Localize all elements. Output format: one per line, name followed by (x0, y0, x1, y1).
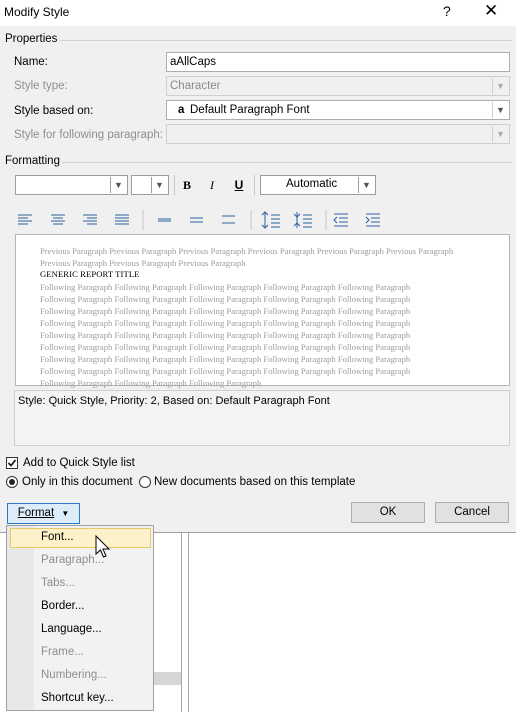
formatting-group-label: Formatting (5, 155, 60, 167)
font-name-combo[interactable]: ▼ (15, 175, 128, 195)
following-paragraph-line: Following Paragraph Following Paragraph … (40, 306, 411, 316)
add-quick-style-checkbox[interactable] (6, 457, 18, 469)
based-on-select[interactable]: a Default Paragraph Font ▼ (166, 100, 510, 120)
menu-item-tabs[interactable]: Tabs... (41, 577, 75, 589)
properties-divider (60, 40, 512, 41)
style-type-select[interactable]: Character ▼ (166, 76, 510, 96)
only-this-document-label[interactable]: Only in this document (22, 476, 133, 488)
style-description: Style: Quick Style, Priority: 2, Based o… (14, 390, 510, 446)
radio-selected-dot (9, 479, 15, 485)
single-spacing-button[interactable] (154, 210, 178, 230)
font-color-combo[interactable]: Automatic ▼ (260, 175, 376, 195)
format-button[interactable]: Format ▼ (7, 503, 80, 524)
following-paragraph-line: Following Paragraph Following Paragraph … (40, 354, 411, 364)
following-paragraph-line: Following Paragraph Following Paragraph … (40, 282, 411, 292)
align-left-button[interactable] (14, 210, 38, 230)
one-half-spacing-button[interactable] (186, 210, 210, 230)
chevron-down-icon: ▼ (492, 78, 508, 94)
menu-item-border[interactable]: Border... (41, 600, 84, 612)
justify-button[interactable] (111, 210, 135, 230)
checkmark-icon (7, 459, 17, 467)
following-paragraph-label: Style for following paragraph: (14, 129, 163, 141)
based-on-label: Style based on: (14, 105, 94, 117)
format-menu: Font... Paragraph... Tabs... Border... L… (6, 525, 154, 711)
menu-gutter (7, 526, 34, 710)
ok-button[interactable]: OK (351, 502, 425, 523)
style-type-value: Character (170, 80, 221, 92)
title-bar: Modify Style ? ✕ (0, 0, 516, 26)
cancel-button[interactable]: Cancel (435, 502, 509, 523)
menu-item-numbering[interactable]: Numbering... (41, 669, 107, 681)
font-color-value: Automatic (286, 178, 338, 190)
background-divider (188, 533, 189, 712)
bold-button[interactable]: B (177, 175, 197, 195)
font-size-combo[interactable]: ▼ (131, 175, 169, 195)
following-paragraph-line: Following Paragraph Following Paragraph … (40, 342, 411, 352)
modify-style-dialog: Modify Style ? ✕ Properties Name: aAllCa… (0, 0, 516, 533)
decrease-spacing-button[interactable] (291, 210, 315, 230)
decrease-indent-button[interactable] (330, 210, 354, 230)
following-paragraph-line: Following Paragraph Following Paragraph … (40, 366, 411, 376)
background-highlight (150, 672, 181, 685)
increase-spacing-button[interactable] (259, 210, 283, 230)
following-paragraph-line: Following Paragraph Following Paragraph … (40, 378, 262, 388)
toolbar-separator (174, 175, 175, 195)
name-label: Name: (14, 56, 48, 68)
double-spacing-button[interactable] (218, 210, 242, 230)
name-field[interactable]: aAllCaps (166, 52, 510, 72)
following-paragraph-select[interactable]: ▼ (166, 124, 510, 144)
toolbar-separator (254, 175, 255, 195)
following-paragraph-text: Following Paragraph Following Paragraph … (40, 281, 460, 389)
menu-item-frame[interactable]: Frame... (41, 646, 84, 658)
following-paragraph-line: Following Paragraph Following Paragraph … (40, 294, 411, 304)
chevron-down-icon: ▼ (358, 177, 374, 193)
new-documents-radio[interactable] (139, 476, 151, 488)
menu-item-shortcut-key[interactable]: Shortcut key... (41, 692, 114, 704)
dialog-title: Modify Style (4, 5, 70, 19)
properties-group-label: Properties (5, 33, 58, 45)
style-preview: Previous Paragraph Previous Paragraph Pr… (15, 234, 510, 389)
help-button[interactable]: ? (443, 3, 451, 19)
format-button-label: Format (17, 507, 55, 519)
new-documents-label[interactable]: New documents based on this template (154, 476, 355, 488)
triangle-down-icon: ▼ (61, 509, 70, 518)
align-right-button[interactable] (79, 210, 103, 230)
background-divider (181, 533, 182, 712)
formatting-divider (62, 162, 512, 163)
chevron-down-icon: ▼ (492, 126, 508, 142)
following-paragraph-line: Following Paragraph Following Paragraph … (40, 318, 411, 328)
increase-indent-button[interactable] (362, 210, 386, 230)
add-quick-style-label[interactable]: Add to Quick Style list (23, 457, 135, 469)
following-paragraph-line: Following Paragraph Following Paragraph … (40, 330, 411, 340)
chevron-down-icon: ▼ (492, 102, 508, 118)
menu-item-font[interactable]: Font... (41, 531, 74, 543)
only-this-document-radio[interactable] (6, 476, 18, 488)
chevron-down-icon: ▼ (151, 177, 167, 193)
character-style-icon: a (178, 104, 185, 116)
preview-sample-text: GENERIC REPORT TITLE (40, 269, 140, 279)
underline-button[interactable]: U (229, 175, 249, 195)
previous-paragraph-text: Previous Paragraph Previous Paragraph Pr… (40, 246, 454, 268)
italic-button[interactable]: I (202, 175, 222, 195)
align-center-button[interactable] (47, 210, 71, 230)
chevron-down-icon: ▼ (110, 177, 126, 193)
menu-item-language[interactable]: Language... (41, 623, 102, 635)
close-button[interactable]: ✕ (484, 1, 498, 21)
based-on-value: Default Paragraph Font (190, 104, 310, 116)
mouse-pointer-icon (95, 535, 111, 558)
menu-highlight (10, 528, 151, 548)
style-type-label: Style type: (14, 80, 68, 92)
